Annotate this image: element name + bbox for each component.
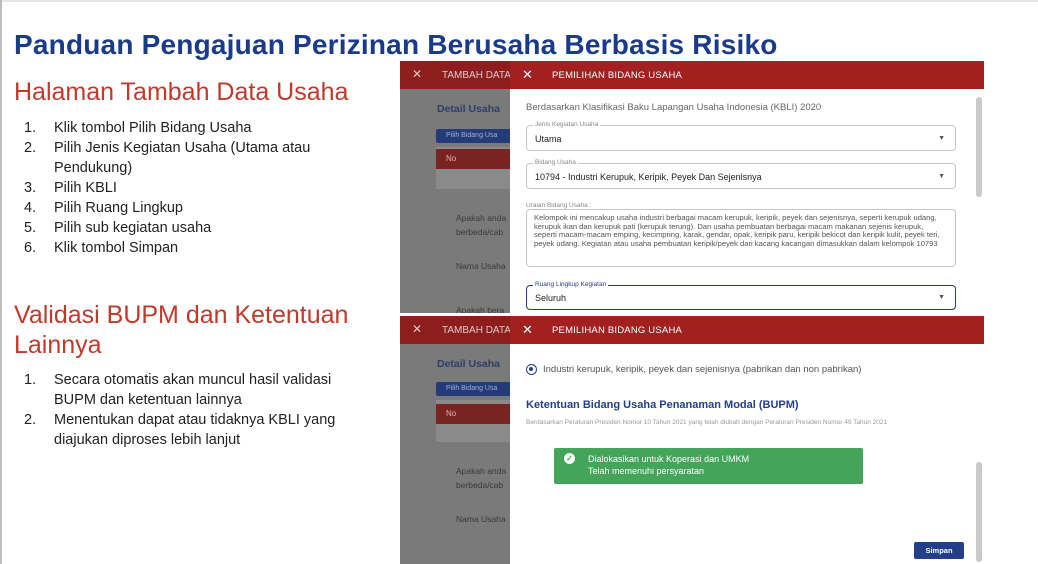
detail-usaha-label: Detail Usaha xyxy=(437,358,501,370)
sub-kegiatan-label: Industri kerupuk, keripik, peyek dan sej… xyxy=(543,364,862,375)
step-item: 6. Klik tombol Simpan xyxy=(14,238,354,258)
step-text: Pilih sub kegiatan usaha xyxy=(54,220,212,236)
step-text: Secara otomatis akan muncul hasil valida… xyxy=(54,372,332,408)
table-header-no: No xyxy=(436,149,516,169)
step-text: Klik tombol Pilih Bidang Usaha xyxy=(54,120,252,136)
step-text: Pilih Jenis Kegiatan Usaha (Utama atau P… xyxy=(54,140,311,176)
step-text: Klik tombol Simpan xyxy=(54,240,179,256)
background-header-title: TAMBAH DATA xyxy=(442,325,511,336)
step-text: Menentukan dapat atau tidaknya KBLI yang… xyxy=(54,412,336,448)
step-item: 3. Pilih KBLI xyxy=(14,178,354,198)
step-number: 1. xyxy=(24,372,37,388)
kbli-note: Berdasarkan Klasifikasi Baku Lapangan Us… xyxy=(526,102,822,113)
top-border xyxy=(0,0,1038,2)
question-line-2: berbeda/cab xyxy=(456,480,504,490)
apakah-label: Apakah bera xyxy=(456,305,505,313)
background-header-title: TAMBAH DATA xyxy=(442,70,511,81)
uraian-textarea: Kelompok ini mencakup usaha industri ber… xyxy=(526,209,956,267)
ruang-lingkup-value: Seluruh xyxy=(535,293,567,303)
section-title-validasi: Validasi BUPM dan Ketentuan Lainnya xyxy=(14,301,349,359)
pilih-bidang-usaha-button[interactable]: Pilih Bidang Usa xyxy=(436,129,516,143)
jenis-kegiatan-value: Utama xyxy=(535,134,562,144)
ruang-lingkup-select[interactable]: Ruang Lingkup Kegiatan Seluruh ▼ xyxy=(526,281,956,310)
modal-title: PEMILIHAN BIDANG USAHA xyxy=(552,325,683,336)
bupm-title: Ketentuan Bidang Usaha Penanaman Modal (… xyxy=(526,399,799,411)
step-number: 3. xyxy=(24,180,37,196)
step-item: 1. Klik tombol Pilih Bidang Usaha xyxy=(14,118,354,138)
modal-body: Berdasarkan Klasifikasi Baku Lapangan Us… xyxy=(510,89,974,313)
nama-usaha-label: Nama Usaha xyxy=(456,514,506,524)
scrollbar[interactable] xyxy=(976,462,982,562)
pilih-bidang-usaha-button[interactable]: Pilih Bidang Usa xyxy=(436,382,516,396)
scrollbar[interactable] xyxy=(976,97,982,197)
step-item: 5. Pilih sub kegiatan usaha xyxy=(14,218,354,238)
alert-line-1: Dialokasikan untuk Koperasi dan UMKM xyxy=(588,454,750,464)
question-line-2: berbeda/cab xyxy=(456,227,504,237)
save-button[interactable]: Simpan xyxy=(914,542,964,559)
step-number: 2. xyxy=(24,140,37,156)
left-border xyxy=(0,0,2,564)
step-item: 2. Pilih Jenis Kegiatan Usaha (Utama atau… xyxy=(14,138,354,178)
chevron-down-icon: ▼ xyxy=(938,294,945,301)
close-icon[interactable]: ✕ xyxy=(522,322,533,338)
step-number: 6. xyxy=(24,240,37,256)
background-panel: Detail Usaha Pilih Bidang Usa No Apakah … xyxy=(400,89,516,313)
step-item: 1. Secara otomatis akan muncul hasil vali… xyxy=(14,370,359,410)
screenshot-pemilihan-bidang-usaha: ✕ TAMBAH DATA Detail Usaha Pilih Bidang … xyxy=(400,61,984,313)
question-line-1: Apakah anda xyxy=(456,466,507,476)
steps-list-validasi: 1. Secara otomatis akan muncul hasil vali… xyxy=(14,370,359,450)
question-line-1: Apakah anda xyxy=(456,213,507,223)
step-number: 4. xyxy=(24,200,37,216)
ruang-lingkup-label: Ruang Lingkup Kegiatan xyxy=(533,281,609,288)
sub-kegiatan-radio[interactable]: Industri kerupuk, keripik, peyek dan sej… xyxy=(526,364,861,375)
bidang-usaha-label: Bidang Usaha xyxy=(533,159,578,166)
check-circle-icon: ✓ xyxy=(564,453,575,464)
table-header-no: No xyxy=(436,404,516,424)
close-icon: ✕ xyxy=(412,322,423,336)
uraian-label: Uraian Bidang Usaha : xyxy=(526,202,592,209)
step-number: 5. xyxy=(24,220,37,236)
jenis-kegiatan-select[interactable]: Jenis Kegiatan Usaha Utama ▼ xyxy=(526,121,956,151)
bupm-subtitle: Berdasarkan Peraturan Presiden Nomor 10 … xyxy=(526,419,888,426)
chevron-down-icon: ▼ xyxy=(938,135,945,142)
modal-header: ✕ PEMILIHAN BIDANG USAHA xyxy=(510,61,984,89)
modal-body: Industri kerupuk, keripik, peyek dan sej… xyxy=(510,344,974,564)
modal-pemilihan-bidang-usaha: ✕ PEMILIHAN BIDANG USAHA Berdasarkan Kla… xyxy=(510,61,984,313)
step-text: Pilih Ruang Lingkup xyxy=(54,200,183,216)
bidang-usaha-value: 10794 - Industri Kerupuk, Keripik, Peyek… xyxy=(535,172,762,182)
step-item: 2. Menentukan dapat atau tidaknya KBLI ya… xyxy=(14,410,359,450)
step-item: 4. Pilih Ruang Lingkup xyxy=(14,198,354,218)
background-header: ✕ TAMBAH DATA xyxy=(400,61,511,89)
modal-header: ✕ PEMILIHAN BIDANG USAHA xyxy=(510,316,984,344)
detail-usaha-label: Detail Usaha xyxy=(437,103,501,115)
chevron-down-icon: ▼ xyxy=(938,173,945,180)
close-icon[interactable]: ✕ xyxy=(522,67,533,83)
close-icon: ✕ xyxy=(412,67,423,81)
modal-pemilihan-bidang-usaha: ✕ PEMILIHAN BIDANG USAHA Industri kerupu… xyxy=(510,316,984,564)
step-number: 2. xyxy=(24,412,37,428)
page-title: Panduan Pengajuan Perizinan Berusaha Ber… xyxy=(14,29,778,60)
nama-usaha-label: Nama Usaha xyxy=(456,261,506,271)
background-panel: Detail Usaha Pilih Bidang Usa No Apakah … xyxy=(400,344,516,564)
section-title-tambah-data: Halaman Tambah Data Usaha xyxy=(14,78,349,106)
screenshot-validasi-bupm: ✕ TAMBAH DATA Detail Usaha Pilih Bidang … xyxy=(400,316,984,564)
step-number: 1. xyxy=(24,120,37,136)
modal-title: PEMILIHAN BIDANG USAHA xyxy=(552,70,683,81)
alert-line-2: Telah memenuhi persyaratan xyxy=(588,466,705,476)
bupm-success-alert: ✓ Dialokasikan untuk Koperasi dan UMKM T… xyxy=(554,448,863,484)
radio-selected-icon[interactable] xyxy=(526,364,537,375)
step-text: Pilih KBLI xyxy=(54,180,117,196)
steps-list-tambah-data: 1. Klik tombol Pilih Bidang Usaha 2. Pilih … xyxy=(14,118,354,258)
bidang-usaha-select[interactable]: Bidang Usaha 10794 - Industri Kerupuk, K… xyxy=(526,159,956,189)
background-header: ✕ TAMBAH DATA xyxy=(400,316,511,344)
jenis-kegiatan-label: Jenis Kegiatan Usaha xyxy=(533,121,601,128)
